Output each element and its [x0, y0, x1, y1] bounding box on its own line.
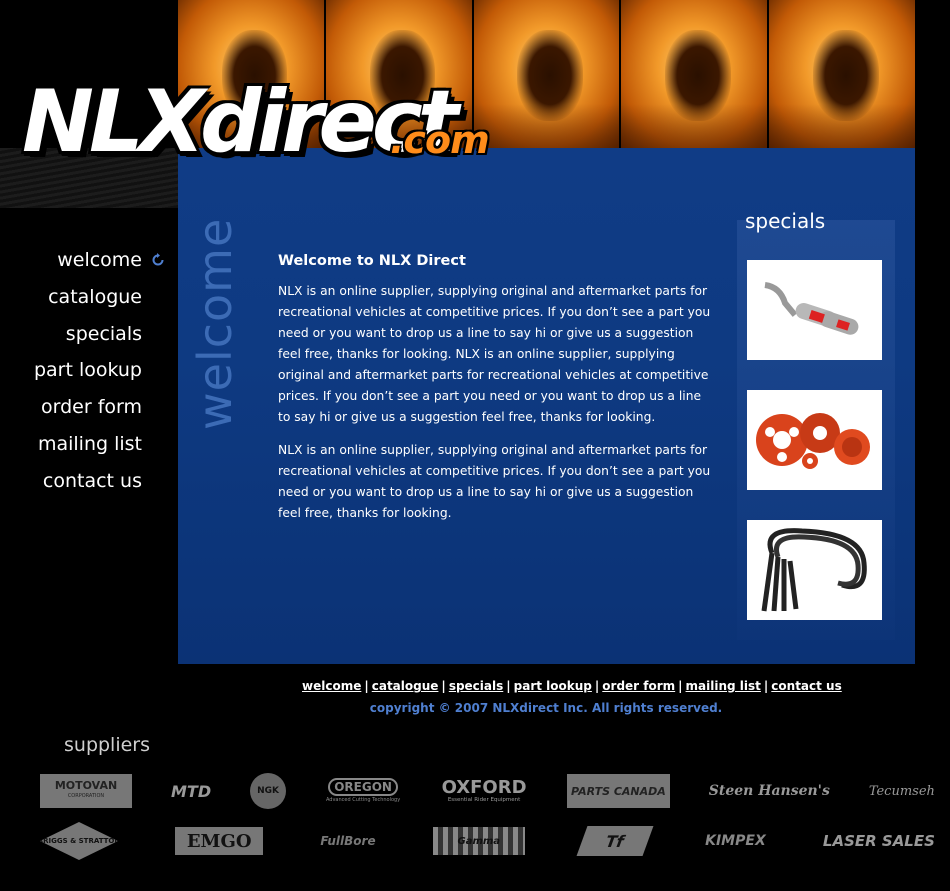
footer-link-specials[interactable]: specials — [449, 679, 503, 693]
nav-item-contact-us[interactable]: contact us — [34, 465, 142, 502]
banner-photo-atv — [621, 0, 768, 148]
logo-domain: .com — [390, 118, 490, 162]
nav-item-catalogue[interactable]: catalogue — [34, 281, 142, 318]
welcome-content: Welcome to NLX Direct NLX is an online s… — [278, 253, 714, 536]
nav-item-specials[interactable]: specials — [34, 318, 142, 355]
supplier-logo-tf[interactable]: Tf — [576, 826, 654, 856]
footer-link-catalogue[interactable]: catalogue — [372, 679, 439, 693]
specials-title: specials — [745, 209, 826, 233]
copyright-notice: copyright © 2007 NLXdirect Inc. All righ… — [369, 701, 723, 715]
special-item-cables[interactable] — [747, 520, 882, 620]
nav-item-welcome[interactable]: welcome — [34, 244, 142, 281]
page-heading: Welcome to NLX Direct — [278, 253, 466, 269]
supplier-logo-briggs-stratton[interactable]: BRIGGS & STRATTON — [40, 822, 118, 860]
supplier-logo-mtd[interactable]: MTD — [171, 774, 211, 808]
suppliers-title: suppliers — [64, 734, 151, 756]
main-nav: welcome catalogue specials part lookup o… — [34, 244, 142, 502]
section-vertical-title: welcome — [188, 217, 242, 430]
supplier-logo-laser-sales[interactable]: LASER SALES — [823, 824, 935, 858]
suppliers-row-2: BRIGGS & STRATTON EMGO FullBore Gamma Tf… — [40, 822, 935, 860]
footer-link-contact-us[interactable]: contact us — [771, 679, 841, 693]
footer-link-welcome[interactable]: welcome — [302, 679, 361, 693]
supplier-logo-ngk[interactable]: NGK — [250, 773, 287, 809]
suppliers-row-1: MOTOVAN CORPORATION MTD NGK OREGON Advance… — [40, 773, 935, 809]
banner-photo-sportbike — [473, 0, 620, 148]
supplier-logo-parts-canada[interactable]: PARTS CANADA — [567, 774, 670, 808]
cable-icon — [761, 527, 867, 611]
supplier-logo-fullbore[interactable]: FullBore — [320, 824, 375, 858]
site-logo[interactable]: NLXdirect .com — [22, 72, 492, 190]
footer-link-part-lookup[interactable]: part lookup — [514, 679, 592, 693]
supplier-logo-motovan[interactable]: MOTOVAN CORPORATION — [40, 774, 132, 808]
intro-paragraph-2: NLX is an online supplier, supplying ori… — [278, 443, 711, 520]
supplier-logo-steen-hansens[interactable]: Steen Hansen's — [709, 774, 830, 808]
nav-item-mailing-list[interactable]: mailing list — [34, 428, 142, 465]
footer-link-order-form[interactable]: order form — [602, 679, 675, 693]
intro-paragraph-1: NLX is an online supplier, supplying ori… — [278, 284, 711, 424]
exhaust-icon — [763, 282, 858, 335]
pulley-icon — [756, 413, 870, 469]
banner-photo-watercraft — [769, 0, 915, 148]
current-page-indicator-icon — [152, 253, 164, 266]
supplier-logo-kimpex[interactable]: KIMPEX — [705, 824, 766, 858]
special-item-pulleys[interactable] — [747, 390, 882, 490]
supplier-logo-oregon[interactable]: OREGON Advanced Cutting Technology — [325, 774, 401, 808]
footer-link-mailing-list[interactable]: mailing list — [686, 679, 761, 693]
footer-nav: welcome | catalogue | specials | part lookup | o… — [302, 679, 842, 693]
nav-item-order-form[interactable]: order form — [34, 391, 142, 428]
special-item-exhaust[interactable] — [747, 260, 882, 360]
nav-item-part-lookup[interactable]: part lookup — [34, 354, 142, 391]
supplier-logo-gamma[interactable]: Gamma — [432, 827, 525, 855]
supplier-logo-oxford[interactable]: OXFORD Essential Rider Equipment — [440, 774, 528, 808]
supplier-logo-emgo[interactable]: EMGO — [175, 827, 264, 855]
supplier-logo-tecumseh[interactable]: Tecumseh — [869, 774, 935, 808]
